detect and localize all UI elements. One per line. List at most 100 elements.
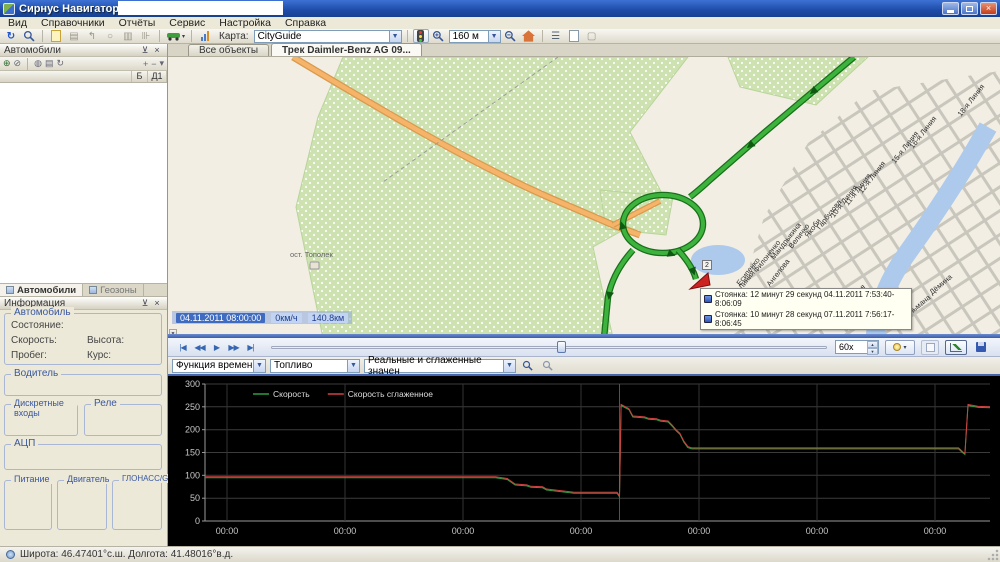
zoom-in-button[interactable] <box>431 29 447 43</box>
tab-track[interactable]: Трек Daimler-Benz AG 09... <box>271 43 422 56</box>
pin-icon[interactable]: ⊻ <box>139 45 151 56</box>
speed-value: 60x <box>839 342 854 352</box>
spin-down-icon[interactable]: ▼ <box>867 348 878 355</box>
playback-speed-spinner[interactable]: 60x ▲▼ <box>835 340 879 354</box>
menu-vid[interactable]: Вид <box>8 17 27 29</box>
slider-thumb[interactable] <box>557 341 566 353</box>
menu-otchety[interactable]: Отчёты <box>119 17 156 29</box>
minimize-button[interactable] <box>942 2 959 15</box>
tab-geozones[interactable]: Геозоны <box>83 284 144 296</box>
home-icon <box>522 30 535 42</box>
svg-text:00:00: 00:00 <box>570 526 593 536</box>
tab-all-objects[interactable]: Все объекты <box>188 44 269 56</box>
show-chart-button[interactable] <box>945 340 967 355</box>
filter-vehicle-button[interactable]: ⊘ <box>14 58 22 69</box>
menu-spravochniki[interactable]: Справочники <box>41 17 105 29</box>
map-combo-label: Карта: <box>219 31 249 42</box>
bus-stop-icon <box>310 262 319 269</box>
marker-count-badge[interactable]: 2 <box>702 260 712 270</box>
map-select-value: CityGuide <box>258 31 302 42</box>
show-stops-button[interactable]: ▾ <box>885 340 915 355</box>
column-d1[interactable]: Д1 <box>148 71 167 82</box>
track-distance: 140.8км <box>308 313 349 323</box>
chevron-down-icon: ▼ <box>503 360 515 372</box>
vehicles-grid-header[interactable]: Б Д1 <box>0 71 167 83</box>
add-button[interactable]: + <box>143 59 148 69</box>
parking-icon[interactable] <box>704 295 712 303</box>
disabled-tool-button-4[interactable]: ▥ <box>120 29 136 43</box>
stop-tooltip: Стоянка: 12 минут 29 секунд 04.11.2011 7… <box>700 288 912 330</box>
menu-servis[interactable]: Сервис <box>169 17 205 29</box>
track-speed: 0км/ч <box>271 313 301 323</box>
time-function-select[interactable]: Функция времени▼ <box>172 359 266 373</box>
disabled-tool-button-3[interactable]: ○ <box>102 29 118 43</box>
vehicle-group: Автомобиль Состояние: Скорость: Высота: … <box>4 313 162 365</box>
chart-zoom-out-button[interactable] <box>540 359 556 373</box>
zoom-search-button[interactable] <box>21 29 37 43</box>
chevron-down-icon: ▼ <box>488 31 500 42</box>
traffic-jams-button[interactable] <box>413 29 429 43</box>
resize-grip[interactable] <box>987 549 999 561</box>
column-name[interactable] <box>0 71 132 82</box>
group-button[interactable]: ▤ <box>45 58 54 69</box>
skip-end-button[interactable]: ▶| <box>242 340 259 354</box>
speed-chart[interactable]: 05010015020025030000:0000:0000:0000:0000… <box>168 376 1000 546</box>
timeline-slider[interactable] <box>271 340 827 354</box>
vehicle-menu-button[interactable]: ▾ <box>165 29 186 43</box>
globe-button[interactable]: ◍ <box>34 58 42 69</box>
report-doc-button[interactable] <box>48 29 64 43</box>
fast-forward-button[interactable]: ▶▶ <box>225 340 242 354</box>
chevron-down-icon: ▼ <box>389 31 401 42</box>
save-track-button[interactable] <box>973 340 989 355</box>
legend-list-button[interactable]: ☰ <box>548 29 564 43</box>
fuel-select[interactable]: Топливо▼ <box>270 359 360 373</box>
menu-nastroyka[interactable]: Настройка <box>219 17 271 29</box>
parking-icon[interactable] <box>704 315 712 323</box>
main-toolbar: ↻ ▤ ↰ ○ ▥ ⊪ ▾ Карта: CityGuide ▼ 160 м ▼… <box>0 29 1000 44</box>
map-select[interactable]: CityGuide ▼ <box>254 30 402 43</box>
vehicles-list[interactable] <box>0 83 167 284</box>
disabled-checkbox-button[interactable]: ▢ <box>584 29 600 43</box>
edit-notes-button[interactable] <box>566 29 582 43</box>
geozones-tab-icon <box>89 286 97 294</box>
pin-icon[interactable]: ⊻ <box>139 298 151 309</box>
traffic-light-icon <box>417 30 424 42</box>
rewind-button[interactable]: ◀◀ <box>191 340 208 354</box>
svg-text:200: 200 <box>185 425 200 435</box>
remove-button[interactable]: − <box>151 59 156 69</box>
zoom-out-button[interactable] <box>503 29 519 43</box>
disabled-tool-button-2[interactable]: ↰ <box>84 29 100 43</box>
statistics-button[interactable] <box>197 29 213 43</box>
menu-spravka[interactable]: Справка <box>285 17 326 29</box>
find-vehicle-button[interactable]: ⊕ <box>3 58 11 69</box>
skip-start-button[interactable]: |◀ <box>174 340 191 354</box>
chart-zoom-in-button[interactable] <box>520 359 536 373</box>
refresh-gps-button[interactable]: ↻ <box>3 29 19 43</box>
home-button[interactable] <box>521 29 537 43</box>
zoom-out-icon <box>504 30 517 43</box>
close-icon[interactable]: × <box>151 298 163 308</box>
refresh-list-button[interactable]: ↻ <box>56 58 64 69</box>
play-button[interactable]: ▶ <box>208 340 225 354</box>
chart-controls: Функция времени▼ Топливо▼ Реальные и сгл… <box>168 357 1000 376</box>
close-icon[interactable]: × <box>151 45 163 55</box>
column-b[interactable]: Б <box>132 71 148 82</box>
zoom-in-icon <box>432 30 445 43</box>
disabled-tool-button-5[interactable]: ⊪ <box>138 29 154 43</box>
window-buttons: × <box>942 2 997 15</box>
tab-vehicles[interactable]: Автомобили <box>0 284 83 296</box>
columns-button[interactable]: ▾ <box>159 58 164 69</box>
map-scale-select[interactable]: 160 м ▼ <box>449 30 501 43</box>
slider-track[interactable] <box>271 346 827 349</box>
bar-chart-icon <box>201 31 209 41</box>
svg-text:300: 300 <box>185 379 200 389</box>
close-button[interactable]: × <box>980 2 997 15</box>
bulb-icon <box>893 343 901 351</box>
restore-button[interactable] <box>961 2 978 15</box>
spin-up-icon[interactable]: ▲ <box>867 341 878 348</box>
values-mode-select[interactable]: Реальные и сглаженные значен▼ <box>364 359 516 373</box>
svg-text:150: 150 <box>185 448 200 458</box>
disabled-tool-button-1[interactable]: ▤ <box>66 29 82 43</box>
chevron-down-icon: ▾ <box>903 344 906 351</box>
toggle-follow-button[interactable] <box>921 340 939 355</box>
